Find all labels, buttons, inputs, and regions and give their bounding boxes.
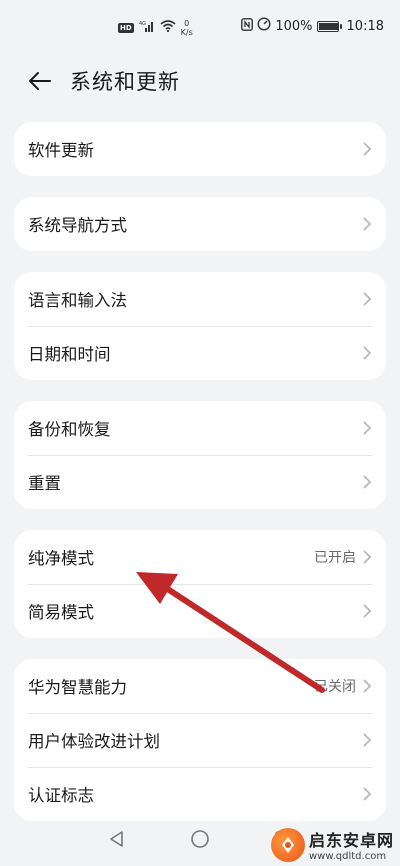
settings-item-label: 重置 <box>28 474 61 493</box>
settings-item-language-input[interactable]: 语言和输入法 <box>14 272 386 326</box>
chevron-right-icon <box>362 786 372 802</box>
home-circle-icon[interactable] <box>190 829 210 853</box>
settings-item-user-experience[interactable]: 用户体验改进计划 <box>14 713 386 767</box>
status-left-icons: HD 4G 0 K/s <box>118 19 193 37</box>
back-arrow-icon <box>29 72 51 90</box>
settings-item-pure-mode[interactable]: 纯净模式 已开启 <box>14 530 386 584</box>
settings-item-label: 备份和恢复 <box>28 420 111 439</box>
chevron-right-icon <box>362 291 372 307</box>
chevron-right-icon <box>362 732 372 748</box>
settings-group-language-time: 语言和输入法 日期和时间 <box>14 272 386 380</box>
settings-item-label: 日期和时间 <box>28 345 111 364</box>
wifi-icon <box>160 20 176 36</box>
settings-item-reset[interactable]: 重置 <box>14 455 386 509</box>
status-right-icons: 100% 10:18 <box>241 17 384 35</box>
settings-group-update: 软件更新 <box>14 122 386 176</box>
signal-icon: 4G <box>139 20 155 36</box>
watermark-url: www.qdltd.com <box>308 851 387 862</box>
settings-group-more: 华为智慧能力 已关闭 用户体验改进计划 认证标志 <box>14 659 386 821</box>
settings-item-huawei-smart[interactable]: 华为智慧能力 已关闭 <box>14 659 386 713</box>
page-title: 系统和更新 <box>70 70 180 94</box>
settings-item-label: 华为智慧能力 <box>28 678 127 697</box>
nfc-icon <box>241 17 254 35</box>
battery-percent: 100% <box>275 18 313 34</box>
svg-text:4G: 4G <box>139 21 146 27</box>
back-triangle-icon[interactable] <box>108 830 126 852</box>
settings-group-backup-reset: 备份和恢复 重置 <box>14 401 386 509</box>
settings-item-label: 用户体验改进计划 <box>28 732 160 751</box>
back-button[interactable] <box>26 67 54 95</box>
settings-item-system-navigation[interactable]: 系统导航方式 <box>14 197 386 251</box>
settings-item-software-update[interactable]: 软件更新 <box>14 122 386 176</box>
chevron-right-icon <box>362 141 372 157</box>
settings-item-simple-mode[interactable]: 简易模式 <box>14 584 386 638</box>
settings-item-status: 已开启 <box>314 550 356 566</box>
settings-item-label: 纯净模式 <box>28 549 94 568</box>
settings-item-label: 简易模式 <box>28 603 94 622</box>
settings-group-navigation: 系统导航方式 <box>14 197 386 251</box>
settings-item-label: 软件更新 <box>28 141 94 160</box>
settings-item-status: 已关闭 <box>314 679 356 695</box>
chevron-right-icon <box>362 420 372 436</box>
settings-item-date-time[interactable]: 日期和时间 <box>14 326 386 380</box>
hd-badge: HD <box>118 23 134 33</box>
watermark-title: 启东安卓网 <box>308 831 394 850</box>
clock: 10:18 <box>346 18 384 34</box>
settings-item-label: 认证标志 <box>28 786 94 805</box>
chevron-right-icon <box>362 603 372 619</box>
settings-item-certification[interactable]: 认证标志 <box>14 767 386 821</box>
settings-item-label: 语言和输入法 <box>28 291 127 310</box>
battery-icon <box>316 20 342 32</box>
settings-group-modes: 纯净模式 已开启 简易模式 <box>14 530 386 638</box>
page-header: 系统和更新 <box>0 58 400 104</box>
chevron-right-icon <box>362 216 372 232</box>
chevron-right-icon <box>362 549 372 565</box>
net-speed: 0 K/s <box>180 19 193 37</box>
data-saver-icon <box>257 17 271 35</box>
settings-item-backup-restore[interactable]: 备份和恢复 <box>14 401 386 455</box>
status-bar: HD 4G 0 K/s 100% 10:18 <box>0 0 400 52</box>
chevron-right-icon <box>362 474 372 490</box>
watermark-logo-icon <box>270 827 305 862</box>
settings-item-label: 系统导航方式 <box>28 216 127 235</box>
chevron-right-icon <box>362 345 372 361</box>
chevron-right-icon <box>362 678 372 694</box>
watermark: 启东安卓网 www.qdltd.com <box>270 827 394 862</box>
